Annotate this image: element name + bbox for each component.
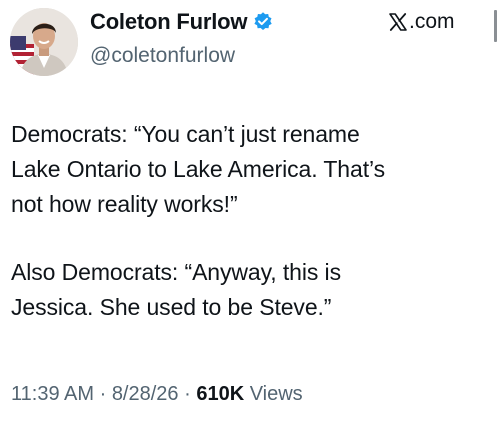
tweet-card: Coleton Furlow @coletonfurlow .com Democ… xyxy=(0,0,500,425)
author-row: Coleton Furlow xyxy=(90,8,274,36)
tweet-line: Also Democrats: “Anyway, this is xyxy=(11,259,341,285)
verified-badge-icon xyxy=(252,11,274,33)
meta-separator: · xyxy=(94,383,112,405)
edge-divider xyxy=(494,10,497,42)
avatar[interactable] xyxy=(10,8,78,76)
post-date[interactable]: 8/28/26 xyxy=(112,383,179,405)
tweet-body: Democrats: “You can’t just rename Lake O… xyxy=(11,117,489,325)
post-time[interactable]: 11:39 AM xyxy=(11,383,94,405)
tweet-line: Lake Ontario to Lake America. That’s xyxy=(11,156,385,182)
author-handle[interactable]: @coletonfurlow xyxy=(90,44,235,68)
tweet-meta: 11:39 AM · 8/28/26 · 610K Views xyxy=(11,383,303,406)
source-domain: .com xyxy=(409,10,455,33)
tweet-line: not how reality works!” xyxy=(11,191,238,217)
source-label: .com xyxy=(388,8,455,36)
tweet-line: Democrats: “You can’t just rename xyxy=(11,121,360,147)
tweet-paragraph: Democrats: “You can’t just rename Lake O… xyxy=(11,117,489,222)
views-label: Views xyxy=(244,383,303,405)
tweet-line: Jessica. She used to be Steve.” xyxy=(11,294,332,320)
tweet-paragraph: Also Democrats: “Anyway, this is Jessica… xyxy=(11,255,489,325)
x-logo-icon xyxy=(388,12,408,32)
author-display-name[interactable]: Coleton Furlow xyxy=(90,9,247,35)
avatar-image xyxy=(10,8,78,76)
views-count[interactable]: 610K xyxy=(196,383,244,405)
meta-separator: · xyxy=(178,383,197,405)
